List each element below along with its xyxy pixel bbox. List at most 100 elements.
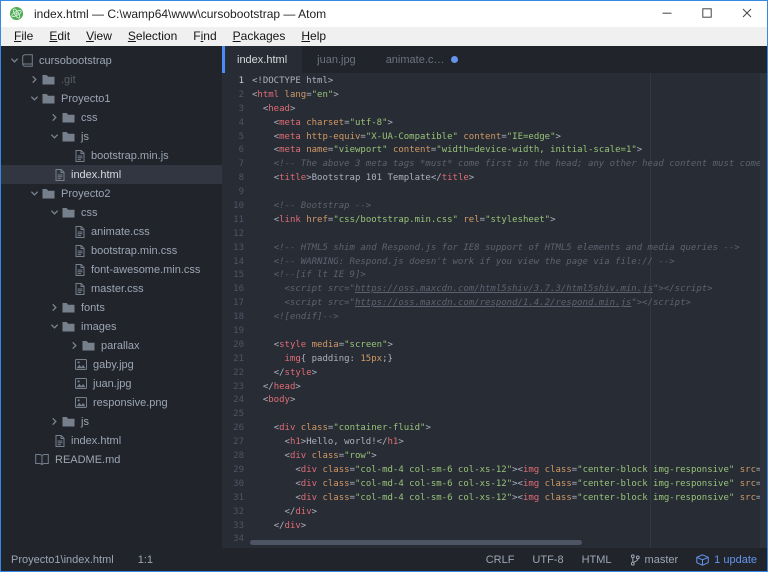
line-number[interactable]: 34 (222, 533, 252, 547)
line-number[interactable]: 11 (222, 214, 252, 228)
code-line: 33 </div> (222, 520, 767, 534)
menu-help[interactable]: Help (293, 27, 334, 46)
maximize-button[interactable] (687, 1, 727, 27)
tree-item-responsive-png[interactable]: responsive.png (1, 393, 222, 412)
line-number[interactable]: 8 (222, 172, 252, 186)
chevron-right-icon[interactable] (47, 417, 62, 426)
code-line: 32 </div> (222, 506, 767, 520)
line-number[interactable]: 30 (222, 478, 252, 492)
tree-item-index-html[interactable]: index.html (1, 165, 222, 184)
tree-item-label: bootstrap.min.js (91, 149, 169, 162)
tree-item-font-awesome-min-css[interactable]: font-awesome.min.css (1, 260, 222, 279)
status-bar: Proyecto1\index.html 1:1 CRLF UTF-8 HTML ma… (1, 548, 767, 571)
menu-find[interactable]: Find (185, 27, 224, 46)
tab-animate-c-[interactable]: animate.c… (371, 46, 474, 73)
line-number[interactable]: 31 (222, 492, 252, 506)
tree-item-proyecto1[interactable]: Proyecto1 (1, 89, 222, 108)
chevron-right-icon[interactable] (47, 303, 62, 312)
tree-item-proyecto2[interactable]: Proyecto2 (1, 184, 222, 203)
tree-item-juan-jpg[interactable]: juan.jpg (1, 374, 222, 393)
line-number[interactable]: 5 (222, 131, 252, 145)
chevron-down-icon[interactable] (47, 322, 62, 331)
line-number[interactable]: 9 (222, 186, 252, 200)
menu-edit[interactable]: Edit (41, 27, 78, 46)
chevron-down-icon[interactable] (47, 208, 62, 217)
line-number[interactable]: 24 (222, 394, 252, 408)
chevron-right-icon[interactable] (27, 75, 42, 84)
code-line: 6 <meta name="viewport" content="width=d… (222, 144, 767, 158)
tree-item-js[interactable]: js (1, 127, 222, 146)
line-number[interactable]: 7 (222, 158, 252, 172)
status-html[interactable]: HTML (582, 554, 612, 566)
line-number[interactable]: 22 (222, 367, 252, 381)
minimize-button[interactable] (647, 1, 687, 27)
line-number[interactable]: 25 (222, 408, 252, 422)
status-1-update[interactable]: 1 update (696, 554, 757, 566)
tree-item-parallax[interactable]: parallax (1, 336, 222, 355)
line-number[interactable]: 26 (222, 422, 252, 436)
tree-item-images[interactable]: images (1, 317, 222, 336)
line-number[interactable]: 6 (222, 144, 252, 158)
line-number[interactable]: 18 (222, 311, 252, 325)
menu-selection[interactable]: Selection (120, 27, 185, 46)
line-number[interactable]: 16 (222, 283, 252, 297)
tree-item-gaby-jpg[interactable]: gaby.jpg (1, 355, 222, 374)
status-crlf[interactable]: CRLF (486, 554, 515, 566)
menu-view[interactable]: View (78, 27, 120, 46)
close-button[interactable] (727, 1, 767, 27)
tab-juan-jpg[interactable]: juan.jpg (302, 46, 371, 73)
tree-item-js[interactable]: js (1, 412, 222, 431)
line-number[interactable]: 4 (222, 117, 252, 131)
line-number[interactable]: 33 (222, 520, 252, 534)
tree-item--git[interactable]: .git (1, 70, 222, 89)
line-number[interactable]: 28 (222, 450, 252, 464)
chevron-down-icon[interactable] (7, 56, 22, 65)
line-number[interactable]: 13 (222, 242, 252, 256)
line-number[interactable]: 14 (222, 256, 252, 270)
line-number[interactable]: 17 (222, 297, 252, 311)
code-line: 13 <!-- HTML5 shim and Respond.js for IE… (222, 242, 767, 256)
chevron-down-icon[interactable] (27, 189, 42, 198)
line-number[interactable]: 2 (222, 89, 252, 103)
tree-item-css[interactable]: css (1, 203, 222, 222)
menu-file[interactable]: File (6, 27, 41, 46)
status-utf-8[interactable]: UTF-8 (532, 554, 563, 566)
tree-item-label: Proyecto1 (61, 92, 111, 105)
tree-item-readme-md[interactable]: README.md (1, 450, 222, 469)
cursor-position[interactable]: 1:1 (138, 554, 153, 566)
line-number[interactable]: 27 (222, 436, 252, 450)
tree-item-cursobootstrap[interactable]: cursobootstrap (1, 51, 222, 70)
status-label: master (644, 553, 679, 566)
line-number[interactable]: 12 (222, 228, 252, 242)
code-editor[interactable]: 1 <!DOCTYPE html> 2 <html lang="en"> 3 <head… (222, 73, 767, 548)
tree-item-css[interactable]: css (1, 108, 222, 127)
chevron-down-icon[interactable] (47, 132, 62, 141)
status-master[interactable]: master (630, 553, 679, 566)
vertical-scrollbar[interactable] (760, 73, 767, 548)
line-number[interactable]: 21 (222, 353, 252, 367)
tree-item-label: css (81, 206, 98, 219)
line-number[interactable]: 23 (222, 381, 252, 395)
chevron-right-icon[interactable] (67, 341, 82, 350)
line-number[interactable]: 1 (222, 75, 252, 89)
tree-item-bootstrap-min-js[interactable]: bootstrap.min.js (1, 146, 222, 165)
chevron-right-icon[interactable] (47, 113, 62, 122)
tree-item-fonts[interactable]: fonts (1, 298, 222, 317)
line-number[interactable]: 19 (222, 325, 252, 339)
horizontal-scrollbar[interactable] (250, 540, 582, 545)
line-number[interactable]: 32 (222, 506, 252, 520)
tree-item-bootstrap-min-css[interactable]: bootstrap.min.css (1, 241, 222, 260)
line-number[interactable]: 20 (222, 339, 252, 353)
tree-item-master-css[interactable]: master.css (1, 279, 222, 298)
chevron-down-icon[interactable] (27, 94, 42, 103)
tab-index-html[interactable]: index.html (222, 46, 303, 73)
code-line: 28 <div class="row"> (222, 450, 767, 464)
menu-packages[interactable]: Packages (225, 27, 294, 46)
tree-item-index-html[interactable]: index.html (1, 431, 222, 450)
line-number[interactable]: 29 (222, 464, 252, 478)
line-number[interactable]: 15 (222, 269, 252, 283)
line-number[interactable]: 10 (222, 200, 252, 214)
tree-item-animate-css[interactable]: animate.css (1, 222, 222, 241)
code-line: 17 <script src="https://oss.maxcdn.com/r… (222, 297, 767, 311)
line-number[interactable]: 3 (222, 103, 252, 117)
